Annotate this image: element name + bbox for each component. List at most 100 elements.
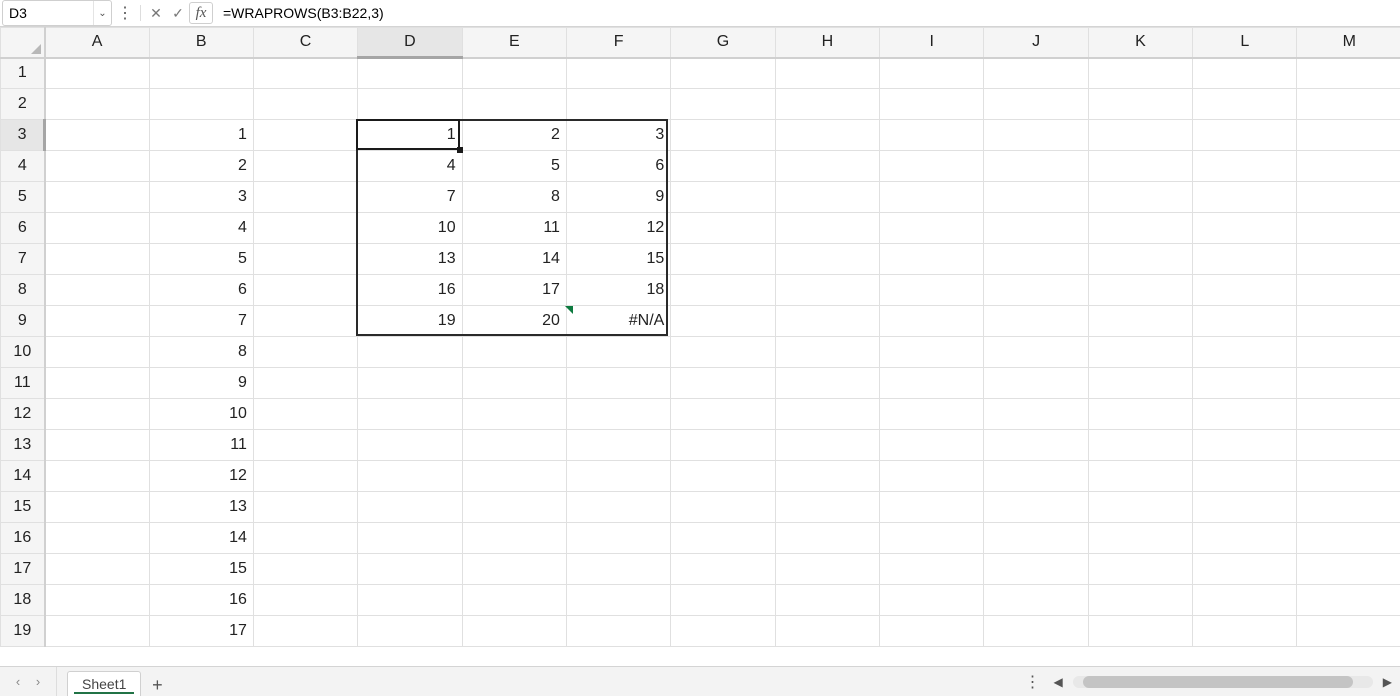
select-all-corner[interactable] (1, 28, 45, 58)
cell-I15[interactable] (880, 492, 984, 523)
cell-K19[interactable] (1088, 616, 1192, 647)
cell-H9[interactable] (775, 306, 879, 337)
cell-H15[interactable] (775, 492, 879, 523)
cell-B2[interactable] (149, 89, 253, 120)
horizontal-scrollbar[interactable] (1073, 676, 1373, 688)
cell-M9[interactable] (1297, 306, 1400, 337)
cell-H17[interactable] (775, 554, 879, 585)
row-header-4[interactable]: 4 (1, 151, 45, 182)
cell-A18[interactable] (45, 585, 149, 616)
cell-M8[interactable] (1297, 275, 1400, 306)
cell-L15[interactable] (1193, 492, 1297, 523)
cell-G14[interactable] (671, 461, 775, 492)
cell-E14[interactable] (462, 461, 566, 492)
cell-H18[interactable] (775, 585, 879, 616)
cell-A16[interactable] (45, 523, 149, 554)
cell-H1[interactable] (775, 58, 879, 89)
cell-K3[interactable] (1088, 120, 1192, 151)
cell-K15[interactable] (1088, 492, 1192, 523)
name-box[interactable] (3, 1, 93, 25)
cell-I13[interactable] (880, 430, 984, 461)
cell-J10[interactable] (984, 337, 1088, 368)
cell-I11[interactable] (880, 368, 984, 399)
cell-G15[interactable] (671, 492, 775, 523)
cell-F2[interactable] (566, 89, 670, 120)
cell-M2[interactable] (1297, 89, 1400, 120)
cell-A12[interactable] (45, 399, 149, 430)
cell-L5[interactable] (1193, 182, 1297, 213)
cell-A3[interactable] (45, 120, 149, 151)
cell-J2[interactable] (984, 89, 1088, 120)
cell-H11[interactable] (775, 368, 879, 399)
cell-D8[interactable]: 16 (358, 275, 462, 306)
cell-J14[interactable] (984, 461, 1088, 492)
cell-E16[interactable] (462, 523, 566, 554)
cell-G5[interactable] (671, 182, 775, 213)
cell-H14[interactable] (775, 461, 879, 492)
cell-A8[interactable] (45, 275, 149, 306)
cell-L14[interactable] (1193, 461, 1297, 492)
cell-G7[interactable] (671, 244, 775, 275)
cell-M13[interactable] (1297, 430, 1400, 461)
cell-C9[interactable] (253, 306, 357, 337)
cell-E9[interactable]: 20 (462, 306, 566, 337)
cell-M1[interactable] (1297, 58, 1400, 89)
cell-G9[interactable] (671, 306, 775, 337)
cell-D17[interactable] (358, 554, 462, 585)
cell-B4[interactable]: 2 (149, 151, 253, 182)
cell-K4[interactable] (1088, 151, 1192, 182)
cell-E17[interactable] (462, 554, 566, 585)
cell-C8[interactable] (253, 275, 357, 306)
cell-F9[interactable]: #N/A (566, 306, 670, 337)
row-header-3[interactable]: 3 (1, 120, 45, 151)
cell-D2[interactable] (358, 89, 462, 120)
cell-F3[interactable]: 3 (566, 120, 670, 151)
cell-M15[interactable] (1297, 492, 1400, 523)
cell-E15[interactable] (462, 492, 566, 523)
cell-A15[interactable] (45, 492, 149, 523)
column-header-K[interactable]: K (1088, 28, 1192, 58)
cell-L11[interactable] (1193, 368, 1297, 399)
cell-B15[interactable]: 13 (149, 492, 253, 523)
cell-A13[interactable] (45, 430, 149, 461)
cell-I8[interactable] (880, 275, 984, 306)
cell-B5[interactable]: 3 (149, 182, 253, 213)
cell-E12[interactable] (462, 399, 566, 430)
cell-K9[interactable] (1088, 306, 1192, 337)
cell-L8[interactable] (1193, 275, 1297, 306)
cell-K7[interactable] (1088, 244, 1192, 275)
cell-J4[interactable] (984, 151, 1088, 182)
cell-K1[interactable] (1088, 58, 1192, 89)
cell-F10[interactable] (566, 337, 670, 368)
cell-D4[interactable]: 4 (358, 151, 462, 182)
row-header-2[interactable]: 2 (1, 89, 45, 120)
cell-J12[interactable] (984, 399, 1088, 430)
cell-M12[interactable] (1297, 399, 1400, 430)
cell-D5[interactable]: 7 (358, 182, 462, 213)
cell-I16[interactable] (880, 523, 984, 554)
cell-H16[interactable] (775, 523, 879, 554)
cell-C15[interactable] (253, 492, 357, 523)
row-header-6[interactable]: 6 (1, 213, 45, 244)
cell-E7[interactable]: 14 (462, 244, 566, 275)
cell-L9[interactable] (1193, 306, 1297, 337)
cell-D10[interactable] (358, 337, 462, 368)
column-header-I[interactable]: I (880, 28, 984, 58)
cell-G8[interactable] (671, 275, 775, 306)
cell-F19[interactable] (566, 616, 670, 647)
cell-M6[interactable] (1297, 213, 1400, 244)
cell-I6[interactable] (880, 213, 984, 244)
cell-L16[interactable] (1193, 523, 1297, 554)
cell-C6[interactable] (253, 213, 357, 244)
cell-K11[interactable] (1088, 368, 1192, 399)
cell-D6[interactable]: 10 (358, 213, 462, 244)
cell-F18[interactable] (566, 585, 670, 616)
cell-I17[interactable] (880, 554, 984, 585)
cell-G18[interactable] (671, 585, 775, 616)
cell-H4[interactable] (775, 151, 879, 182)
row-header-8[interactable]: 8 (1, 275, 45, 306)
column-header-H[interactable]: H (775, 28, 879, 58)
cell-F14[interactable] (566, 461, 670, 492)
cell-J11[interactable] (984, 368, 1088, 399)
cell-D7[interactable]: 13 (358, 244, 462, 275)
